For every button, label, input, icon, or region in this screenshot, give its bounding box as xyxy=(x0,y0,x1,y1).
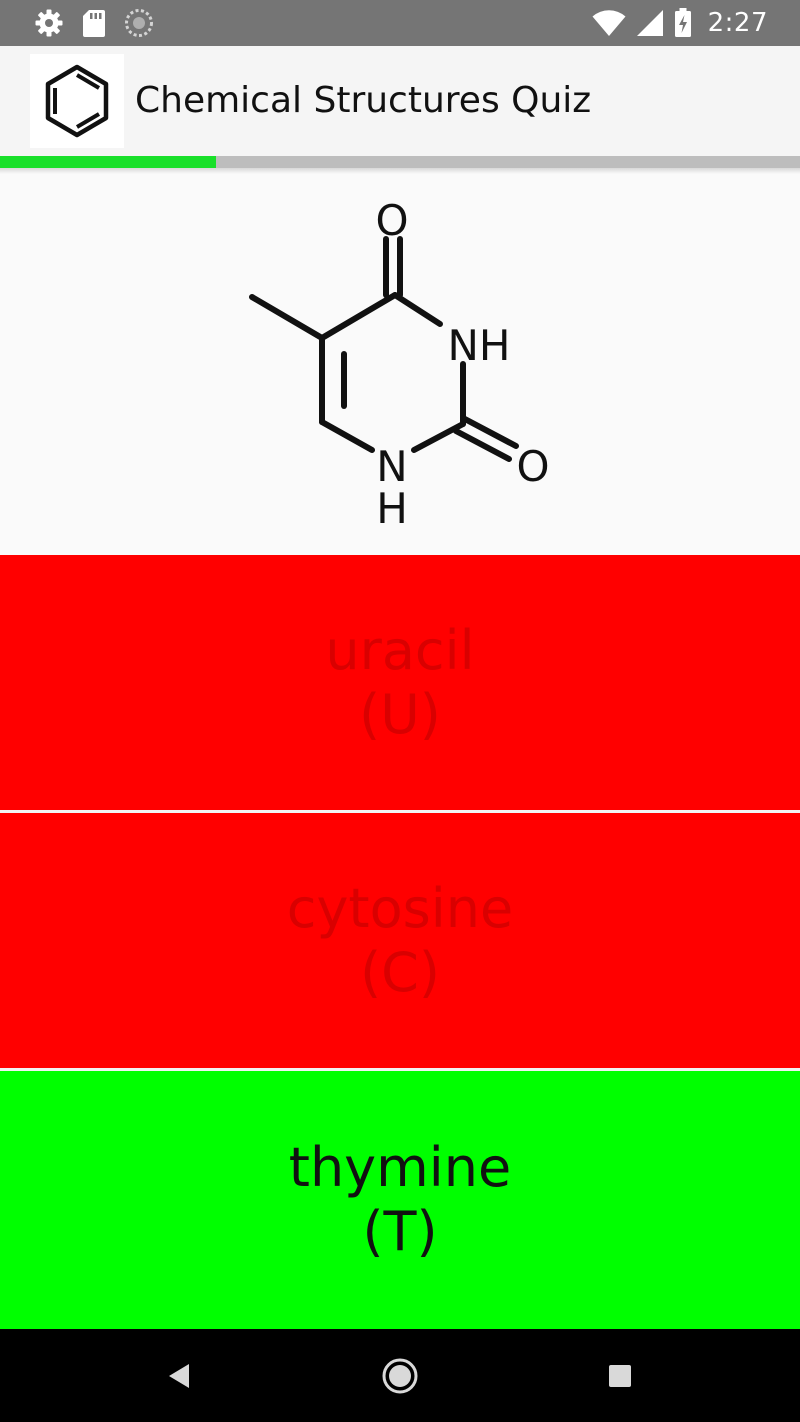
app-logo xyxy=(30,54,124,148)
app-title: Chemical Structures Quiz xyxy=(135,80,592,121)
bond-n1-c6 xyxy=(319,419,375,453)
answer-name: uracil xyxy=(325,618,475,682)
quiz-progress-fill xyxy=(0,156,216,168)
answer-option-thymine[interactable]: thymine (T) xyxy=(0,1071,800,1329)
sync-icon xyxy=(125,9,153,37)
answer-name: thymine xyxy=(288,1136,512,1199)
status-time: 2:27 xyxy=(707,8,768,38)
answer-abbreviation: (U) xyxy=(359,682,441,746)
battery-charging-icon xyxy=(674,8,691,37)
bond-methyl xyxy=(249,294,325,341)
thymine-structure: O NH O N H xyxy=(249,196,550,533)
bond-c4-n3 xyxy=(392,292,443,327)
settings-icon xyxy=(35,9,63,37)
question-structure-panel: O NH O N H xyxy=(0,174,800,555)
recents-icon[interactable] xyxy=(599,1355,641,1397)
atom-label: NH xyxy=(448,321,511,370)
answer-name: cytosine xyxy=(286,876,514,940)
status-bar: 2:27 xyxy=(0,0,800,46)
answer-option-cytosine[interactable]: cytosine (C) xyxy=(0,813,800,1068)
answer-abbreviation: (T) xyxy=(362,1200,438,1263)
answer-option-uracil[interactable]: uracil (U) xyxy=(0,555,800,810)
bond-c2-n1 xyxy=(411,421,466,453)
sd-card-icon xyxy=(83,10,105,37)
quiz-progress-bar xyxy=(0,156,800,168)
wifi-icon xyxy=(592,10,626,36)
navigation-bar xyxy=(0,1329,800,1422)
home-icon[interactable] xyxy=(379,1355,421,1397)
back-icon[interactable] xyxy=(158,1355,200,1397)
atom-label: O xyxy=(375,196,408,245)
benzene-ring-icon xyxy=(45,64,109,138)
atom-label: O xyxy=(516,442,549,491)
app-bar: Chemical Structures Quiz xyxy=(0,46,800,156)
atom-label: H xyxy=(376,484,408,533)
cell-signal-icon xyxy=(636,10,663,36)
bond-c5-c4 xyxy=(319,292,398,341)
answer-abbreviation: (C) xyxy=(360,940,440,1004)
